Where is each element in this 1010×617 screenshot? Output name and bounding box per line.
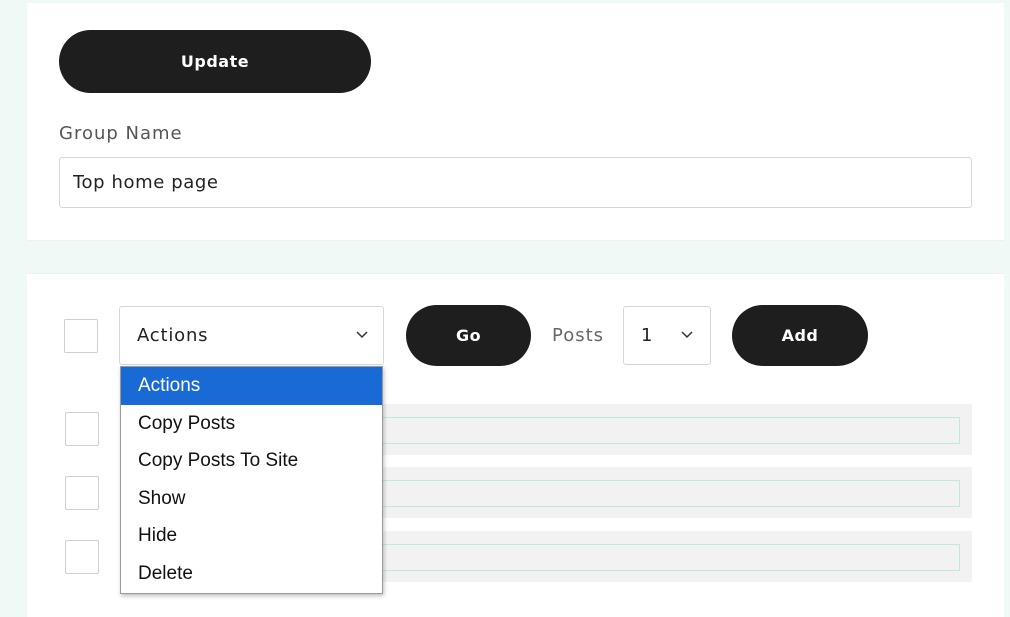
posts-label: Posts: [552, 325, 605, 346]
row-checkbox[interactable]: [65, 476, 99, 510]
chevron-down-icon: [356, 331, 368, 339]
add-button[interactable]: Add: [732, 305, 868, 366]
row-checkbox[interactable]: [65, 540, 99, 574]
dropdown-option-copy-posts-to-site[interactable]: Copy Posts To Site: [121, 442, 382, 480]
row-checkbox[interactable]: [65, 412, 99, 446]
go-button[interactable]: Go: [406, 305, 531, 366]
select-all-checkbox[interactable]: [64, 319, 98, 353]
dropdown-option-show[interactable]: Show: [121, 480, 382, 518]
actions-select-value: Actions: [137, 325, 209, 346]
dropdown-option-delete[interactable]: Delete: [121, 555, 382, 593]
dropdown-option-copy-posts[interactable]: Copy Posts: [121, 405, 382, 443]
actions-dropdown-list: Actions Copy Posts Copy Posts To Site Sh…: [120, 366, 383, 594]
dropdown-option-hide[interactable]: Hide: [121, 517, 382, 555]
posts-count-select[interactable]: 1: [623, 306, 711, 365]
dropdown-option-actions[interactable]: Actions: [121, 367, 382, 405]
group-name-label: Group Name: [59, 123, 183, 144]
update-button[interactable]: Update: [59, 30, 371, 93]
group-name-input[interactable]: [59, 157, 972, 208]
actions-select[interactable]: Actions: [119, 306, 384, 365]
chevron-down-icon: [681, 331, 693, 339]
posts-count-value: 1: [641, 325, 654, 346]
